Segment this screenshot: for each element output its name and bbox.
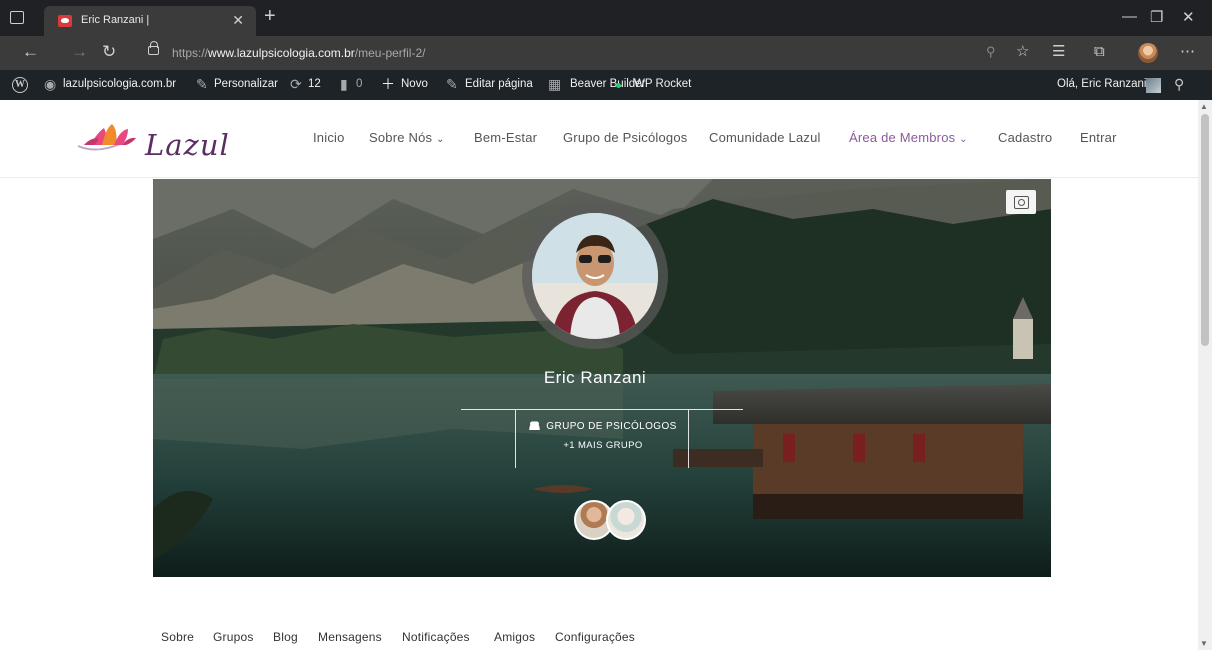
- primary-group[interactable]: GRUPO DE PSICÓLOGOS: [516, 421, 690, 432]
- change-cover-camera-icon[interactable]: [1006, 190, 1036, 214]
- search-icon[interactable]: ⚲: [1174, 76, 1184, 92]
- browser-tab-bar: Eric Ranzani | ✕ + — ❐ ✕: [0, 0, 1212, 36]
- wp-admin-bar: W ◉ lazulpsicologia.com.br ✎ Personaliza…: [0, 70, 1212, 100]
- password-key-icon[interactable]: ⚲: [986, 43, 996, 61]
- lock-icon: [148, 41, 159, 55]
- menu-item-sobre-nos[interactable]: Sobre Nós ⌄: [369, 130, 445, 145]
- more-groups-link[interactable]: +1 MAIS GRUPO: [516, 440, 690, 451]
- browser-toolbar: ← → ↻ https://www.lazulpsicologia.com.br…: [0, 36, 1212, 70]
- favorites-icon[interactable]: ☰: [1052, 43, 1065, 61]
- menu-item-bem-estar[interactable]: Bem-Estar: [474, 130, 537, 145]
- address-bar[interactable]: https://www.lazulpsicologia.com.br/meu-p…: [172, 46, 425, 60]
- close-window-icon[interactable]: ✕: [1182, 8, 1195, 26]
- menu-item-entrar[interactable]: Entrar: [1080, 130, 1117, 145]
- close-tab-icon[interactable]: ✕: [232, 12, 244, 29]
- edit-page-link[interactable]: Editar página: [465, 78, 533, 90]
- profile-name: Eric Ranzani: [543, 368, 647, 387]
- tab-configuracoes[interactable]: Configurações: [555, 630, 635, 644]
- customize-brush-icon: ✎: [196, 76, 208, 92]
- restore-icon[interactable]: ❐: [1150, 8, 1163, 26]
- profile-avatar[interactable]: [532, 213, 658, 339]
- customize-link[interactable]: Personalizar: [214, 78, 278, 90]
- status-dot-icon: [616, 83, 621, 88]
- menu-item-comunidade[interactable]: Comunidade Lazul: [709, 130, 821, 145]
- comments-icon: ▮: [340, 76, 348, 92]
- group-label: GRUPO DE PSICÓLOGOS: [546, 421, 677, 432]
- edit-pencil-icon: ✎: [446, 76, 458, 92]
- menu-item-cadastro[interactable]: Cadastro: [998, 130, 1052, 145]
- new-tab-icon[interactable]: +: [264, 6, 276, 26]
- browser-tab[interactable]: Eric Ranzani | ✕: [44, 6, 256, 36]
- users-group-icon: [529, 421, 541, 430]
- chevron-down-icon: ⌄: [959, 134, 968, 145]
- chevron-down-icon: ⌄: [436, 134, 445, 145]
- group-info-box: GRUPO DE PSICÓLOGOS +1 MAIS GRUPO: [515, 410, 689, 468]
- wp-rocket-link[interactable]: WP Rocket: [634, 78, 691, 90]
- back-icon[interactable]: ←: [22, 43, 39, 61]
- scroll-up-icon[interactable]: ▲: [1200, 102, 1208, 111]
- beaver-builder-icon: ▦: [548, 76, 562, 92]
- collections-icon[interactable]: ⧉: [1094, 43, 1105, 61]
- admin-site-link[interactable]: lazulpsicologia.com.br: [63, 78, 176, 90]
- tab-amigos[interactable]: Amigos: [494, 630, 535, 644]
- menu-label: Área de Membros: [849, 130, 956, 145]
- admin-avatar[interactable]: [1146, 78, 1161, 93]
- group-info: GRUPO DE PSICÓLOGOS +1 MAIS GRUPO: [461, 409, 743, 468]
- page-scrollbar[interactable]: ▲ ▼: [1198, 100, 1212, 650]
- menu-item-grupo-psicologos[interactable]: Grupo de Psicólogos: [563, 130, 687, 145]
- menu-item-area-membros[interactable]: Área de Membros ⌄: [849, 130, 968, 145]
- admin-greeting[interactable]: Olá, Eric Ranzani: [1057, 78, 1146, 90]
- scroll-thumb[interactable]: [1201, 114, 1209, 346]
- tab-blog[interactable]: Blog: [273, 630, 298, 644]
- avatar-photo: [532, 213, 658, 339]
- comments-count[interactable]: 0: [356, 78, 362, 90]
- url-prefix: https://: [172, 46, 209, 60]
- scroll-down-icon[interactable]: ▼: [1200, 639, 1208, 648]
- friend-avatar[interactable]: [606, 500, 646, 540]
- dashboard-icon: ◉: [44, 76, 57, 92]
- new-content-link[interactable]: Novo: [401, 78, 428, 90]
- updates-icon: ⟳: [290, 76, 302, 92]
- more-options-icon[interactable]: ⋯: [1180, 43, 1195, 61]
- tab-mensagens[interactable]: Mensagens: [318, 630, 382, 644]
- minimize-icon[interactable]: —: [1122, 8, 1137, 25]
- plus-icon: ＋: [381, 76, 395, 92]
- url-path: /meu-perfil-2/: [354, 46, 426, 60]
- url-domain: www.lazulpsicologia.com.br: [208, 46, 355, 60]
- lazul-favicon-icon: [58, 15, 72, 27]
- wordpress-logo-icon[interactable]: W: [12, 77, 28, 93]
- reload-icon[interactable]: ↻: [102, 43, 116, 61]
- updates-count[interactable]: 12: [308, 78, 321, 90]
- add-favorite-icon[interactable]: ☆: [1016, 43, 1029, 61]
- tab-grupos[interactable]: Grupos: [213, 630, 254, 644]
- tab-sobre[interactable]: Sobre: [161, 630, 194, 644]
- tab-title: Eric Ranzani |: [81, 14, 150, 26]
- window-menu-icon[interactable]: [10, 11, 24, 24]
- menu-label: Sobre Nós: [369, 130, 433, 145]
- lotus-logo-icon: [77, 124, 136, 151]
- profile-avatar-icon[interactable]: [1138, 43, 1158, 63]
- site-logo[interactable]: Lazul: [145, 128, 230, 162]
- menu-item-inicio[interactable]: Inicio: [313, 130, 345, 145]
- forward-icon[interactable]: →: [71, 43, 88, 61]
- tab-notificacoes[interactable]: Notificações: [402, 630, 470, 644]
- site-header: Lazul Inicio Sobre Nós ⌄ Bem-Estar Grupo…: [0, 100, 1198, 178]
